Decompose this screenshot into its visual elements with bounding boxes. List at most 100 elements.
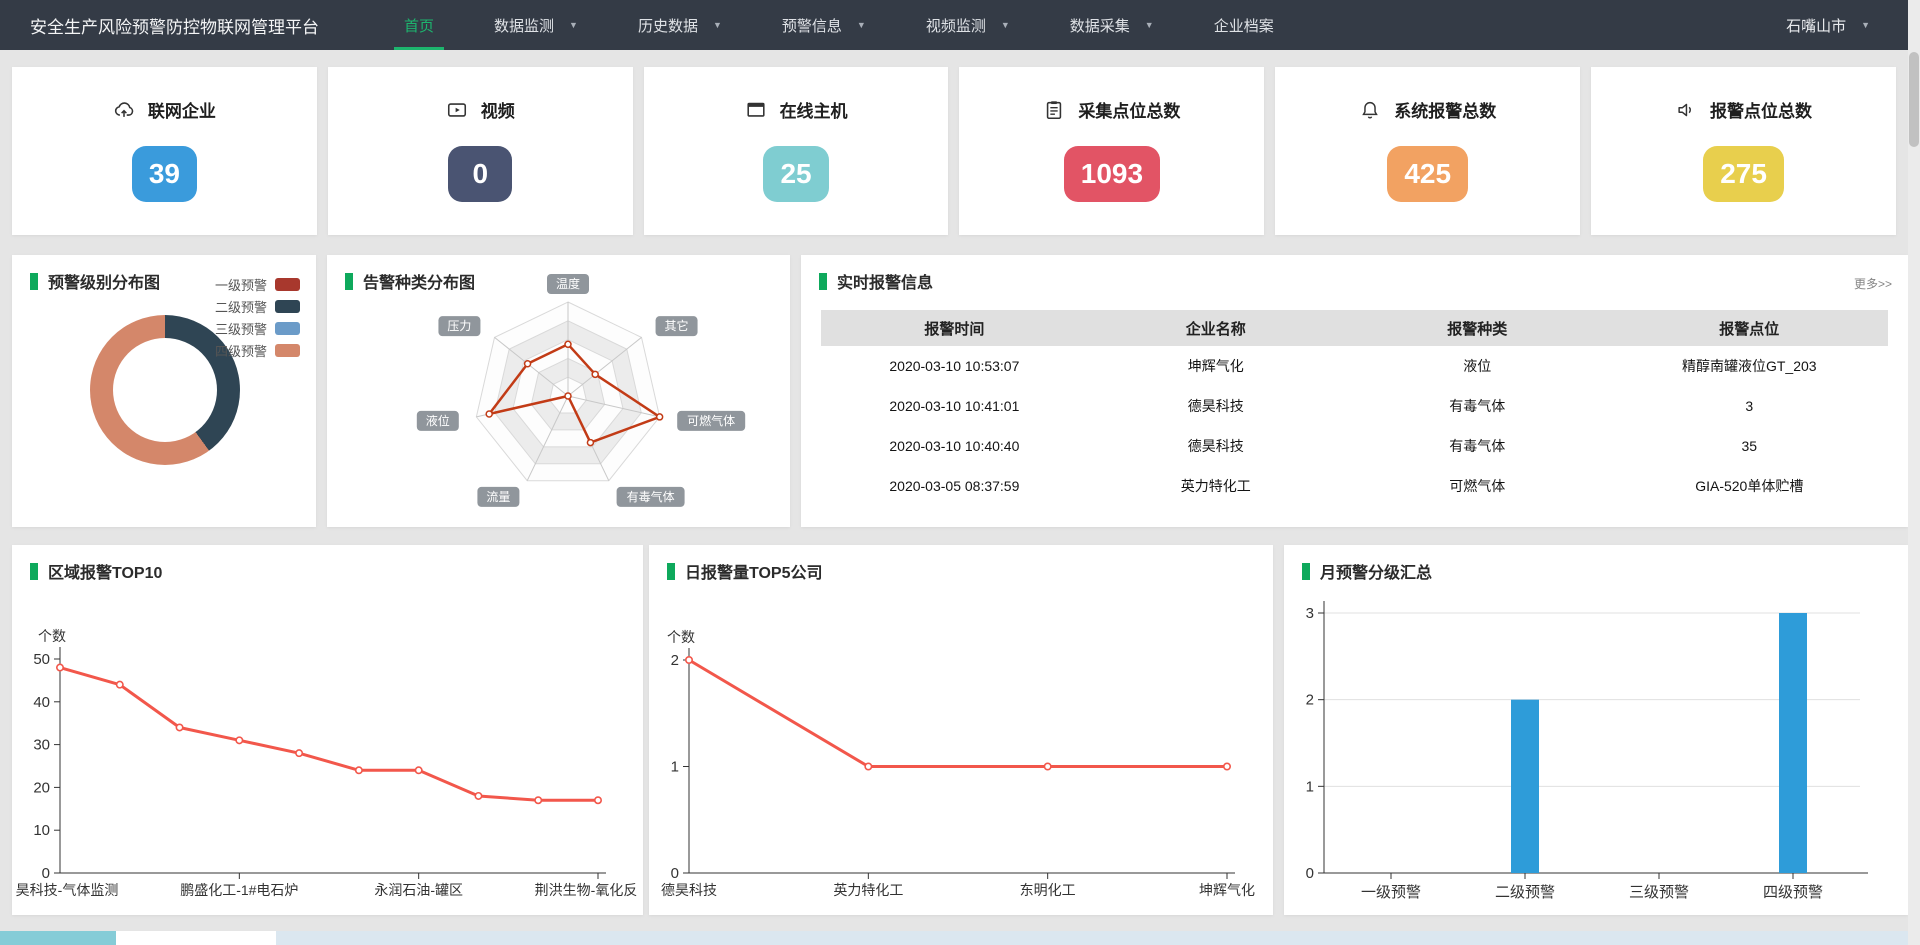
nav-item-home[interactable]: 首页 [374, 0, 464, 50]
nav-item-label: 视频监测 [926, 15, 986, 36]
cloud-upload-icon [113, 99, 135, 121]
cell-alarm-time: 2020-03-10 10:41:01 [821, 398, 1088, 414]
region-selector[interactable]: 石嘴山市 ▼ [1786, 15, 1870, 36]
cell-alarm-time: 2020-03-10 10:53:07 [821, 358, 1088, 374]
nav-item-history-data[interactable]: 历史数据 ▼ [608, 0, 752, 50]
svg-text:1: 1 [1306, 778, 1314, 795]
nav-item-enterprise-archive[interactable]: 企业档案 [1184, 0, 1304, 50]
nav-item-label: 预警信息 [782, 15, 842, 36]
table-header-row: 报警时间 企业名称 报警种类 报警点位 [821, 310, 1888, 346]
chevron-down-icon: ▼ [1861, 20, 1870, 30]
stat-card-videos: 视频 0 [328, 67, 633, 235]
svg-text:东明化工: 东明化工 [1020, 882, 1076, 898]
svg-text:压力: 压力 [447, 319, 471, 333]
cell-alarm-time: 2020-03-05 08:37:59 [821, 478, 1088, 494]
legend-item-level1[interactable]: 一级预警 [215, 273, 300, 295]
donut-hole [113, 338, 217, 442]
app-title: 安全生产风险预警防控物联网管理平台 [30, 13, 319, 38]
table-row[interactable]: 2020-03-10 10:53:07 坤辉气化 液位 精醇南罐液位GT_203 [821, 346, 1888, 386]
footer-strip-teal [0, 931, 116, 945]
cell-alarm-point: GIA-520单体贮槽 [1611, 476, 1888, 496]
svg-text:四级预警: 四级预警 [1763, 884, 1823, 901]
svg-text:个数: 个数 [667, 629, 695, 645]
panel-title: 告警种类分布图 [363, 269, 475, 293]
cell-alarm-type: 有毒气体 [1344, 396, 1611, 416]
stat-card-collection-points: 采集点位总数 1093 [959, 67, 1264, 235]
panel-title-marker [1302, 563, 1310, 580]
cell-alarm-type: 有毒气体 [1344, 436, 1611, 456]
svg-text:德昊科技: 德昊科技 [661, 882, 717, 898]
panel-title: 区域报警TOP10 [48, 559, 162, 583]
stat-value-badge: 275 [1703, 146, 1784, 202]
nav-bar: 安全生产风险预警防控物联网管理平台 首页 数据监测 ▼ 历史数据 ▼ 预警信息 … [0, 0, 1908, 50]
stat-label: 系统报警总数 [1394, 97, 1496, 122]
monthly-summary-bar-chart: 0123一级预警二级预警三级预警四级预警 [1284, 545, 1908, 915]
svg-text:2: 2 [1306, 692, 1314, 709]
column-header-time: 报警时间 [821, 318, 1088, 339]
svg-text:0: 0 [42, 865, 50, 882]
panel-alarm-type-distribution: 告警种类分布图 温度其它可燃气体有毒气体流量液位压力 [327, 255, 790, 527]
table-row[interactable]: 2020-03-10 10:41:01 德昊科技 有毒气体 3 [821, 386, 1888, 426]
svg-text:1: 1 [671, 759, 679, 776]
cell-enterprise: 德昊科技 [1088, 396, 1344, 416]
panel-title: 预警级别分布图 [48, 269, 160, 293]
stat-value-badge: 39 [132, 146, 197, 202]
svg-text:2: 2 [671, 652, 679, 669]
svg-text:液位: 液位 [426, 413, 450, 428]
svg-text:个数: 个数 [38, 628, 66, 644]
nav-item-data-monitor[interactable]: 数据监测 ▼ [464, 0, 608, 50]
chevron-down-icon: ▼ [1001, 20, 1010, 30]
legend-label: 一级预警 [215, 275, 267, 294]
panel-title: 实时报警信息 [837, 269, 933, 293]
nav-item-label: 数据监测 [494, 15, 554, 36]
table-row[interactable]: 2020-03-05 08:37:59 英力特化工 可燃气体 GIA-520单体… [821, 466, 1888, 506]
stat-value-badge: 425 [1387, 146, 1468, 202]
legend-label: 三级预警 [215, 319, 267, 338]
svg-text:可燃气体: 可燃气体 [687, 413, 735, 428]
cell-alarm-time: 2020-03-10 10:40:40 [821, 438, 1088, 454]
stat-card-online-hosts: 在线主机 25 [644, 67, 949, 235]
svg-text:10: 10 [33, 822, 50, 839]
svg-text:鹏盛化工-1#电石炉: 鹏盛化工-1#电石炉 [180, 882, 298, 898]
nav-item-label: 历史数据 [638, 15, 698, 36]
scrollbar-thumb[interactable] [1909, 52, 1919, 147]
nav-item-video-monitor[interactable]: 视频监测 ▼ [896, 0, 1040, 50]
cell-alarm-point: 3 [1611, 398, 1888, 414]
panel-monthly-warning-summary: 月预警分级汇总 0123一级预警二级预警三级预警四级预警 [1284, 545, 1908, 915]
cell-alarm-point: 35 [1611, 438, 1888, 454]
nav-item-warning-info[interactable]: 预警信息 ▼ [752, 0, 896, 50]
more-link[interactable]: 更多>> [1854, 275, 1892, 292]
scrollbar-track[interactable] [1908, 0, 1920, 945]
svg-text:0: 0 [1306, 865, 1314, 882]
chevron-down-icon: ▼ [1145, 20, 1154, 30]
speaker-icon [1675, 99, 1697, 121]
nav-item-label: 首页 [404, 15, 434, 36]
legend-label: 四级预警 [215, 341, 267, 360]
alarm-type-radar-chart: 温度其它可燃气体有毒气体流量液位压力 [327, 255, 790, 527]
svg-text:一级预警: 一级预警 [1361, 884, 1421, 901]
stat-label: 报警点位总数 [1710, 97, 1812, 122]
legend-swatch [275, 278, 300, 291]
nav-item-label: 数据采集 [1070, 15, 1130, 36]
panel-region-alarm-top10: 区域报警TOP10 个数01020304050昊科技-气体监测鹏盛化工-1#电石… [12, 545, 643, 915]
column-header-type: 报警种类 [1344, 318, 1611, 339]
stat-card-alarm-points: 报警点位总数 275 [1591, 67, 1896, 235]
panel-warning-level-distribution: 预警级别分布图 一级预警 二级预警 三级预警 四级预警 [12, 255, 316, 527]
footer-strip-blue [276, 931, 1908, 945]
table-row[interactable]: 2020-03-10 10:40:40 德昊科技 有毒气体 35 [821, 426, 1888, 466]
cell-enterprise: 德昊科技 [1088, 436, 1344, 456]
monitor-icon [745, 99, 767, 121]
panel-title: 月预警分级汇总 [1320, 559, 1432, 583]
column-header-point: 报警点位 [1611, 318, 1888, 339]
nav-item-data-collect[interactable]: 数据采集 ▼ [1040, 0, 1184, 50]
legend-item-level3[interactable]: 三级预警 [215, 317, 300, 339]
legend-item-level4[interactable]: 四级预警 [215, 339, 300, 361]
nav-item-label: 企业档案 [1214, 15, 1274, 36]
cell-alarm-type: 可燃气体 [1344, 476, 1611, 496]
stat-card-connected-enterprises: 联网企业 39 [12, 67, 317, 235]
chevron-down-icon: ▼ [569, 20, 578, 30]
region-top10-line-chart: 个数01020304050昊科技-气体监测鹏盛化工-1#电石炉永润石油-罐区荆洪… [12, 545, 643, 915]
legend-item-level2[interactable]: 二级预警 [215, 295, 300, 317]
svg-text:其它: 其它 [665, 318, 689, 333]
column-header-enterprise: 企业名称 [1088, 318, 1344, 339]
